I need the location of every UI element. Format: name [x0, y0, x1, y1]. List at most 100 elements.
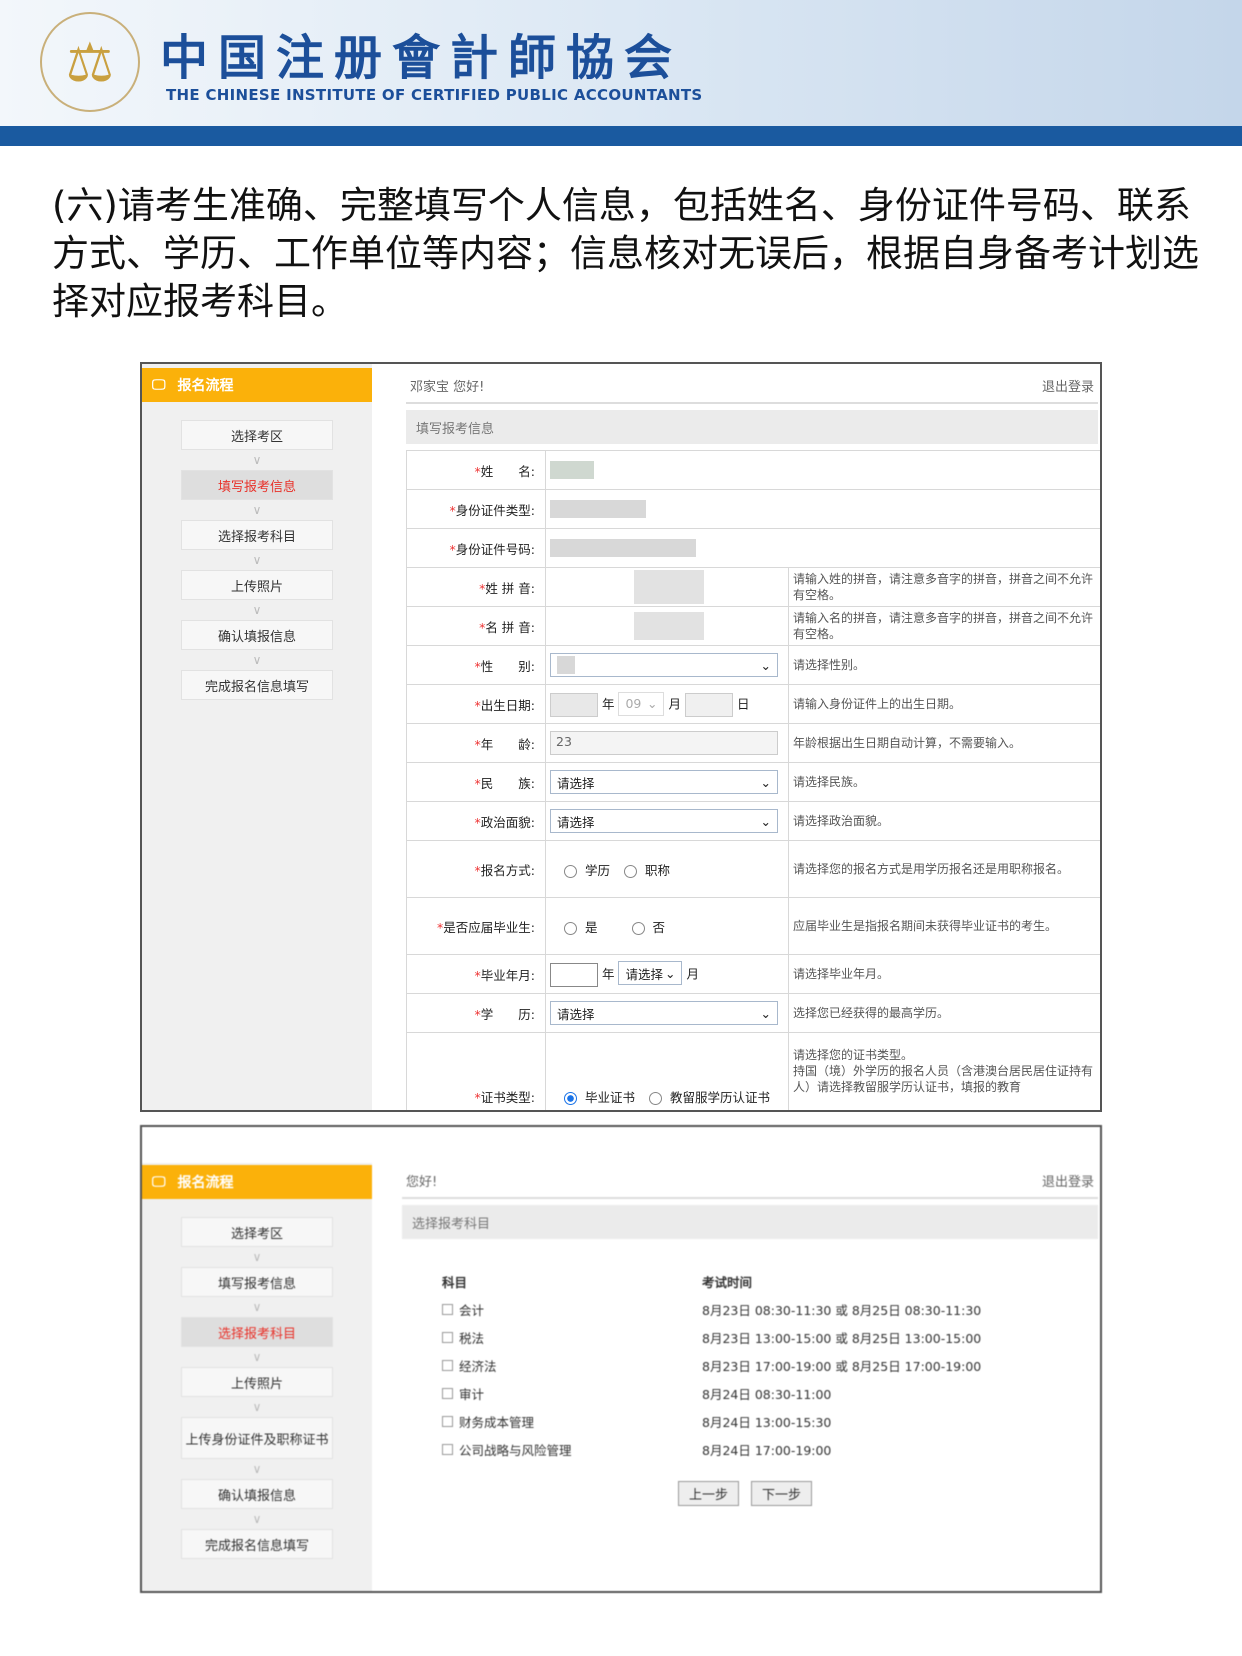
- form-row-age: *年 龄: 23 年龄根据出生日期自动计算，不需要输入。: [406, 723, 1100, 763]
- subject-checkbox[interactable]: [442, 1303, 453, 1315]
- subject-row: 经济法 8月23日 17:00-19:00 或 8月25日 17:00-19:00: [442, 1351, 981, 1379]
- form-row-surname-pinyin: *姓 拼 音: 请输入姓的拼音，请注意多音字的拼音，拼音之间不允许有空格。: [406, 567, 1100, 607]
- sidebar-step[interactable]: 上传身份证件及职称证书: [181, 1417, 333, 1459]
- sidebar: 🖵 报名流程 选择考区 ∨ 填写报考信息 ∨ 选择报考科目 ∨ 上传照片 ∨ 上传身份证件及职称证…: [142, 1163, 372, 1591]
- radio-yes[interactable]: [564, 921, 577, 935]
- prev-step-button[interactable]: 上一步: [678, 1481, 740, 1506]
- form-row-name: *姓 名:: [406, 450, 1100, 490]
- radio-no[interactable]: [631, 921, 645, 935]
- select-value: 请选择: [557, 775, 595, 791]
- chevron-down-icon: ∨: [252, 1400, 262, 1414]
- site-title-cn: 中国注册會計師協会: [160, 30, 683, 86]
- sidebar-step[interactable]: 完成报名信息填写: [181, 670, 333, 700]
- subject-checkbox[interactable]: [442, 1443, 453, 1455]
- sidebar-step[interactable]: 确认填报信息: [181, 1479, 333, 1509]
- sidebar-title: 报名流程: [177, 1175, 234, 1191]
- form-row-id-number: *身份证件号码:: [406, 528, 1100, 568]
- exam-time: 8月23日 13:00-15:00 或 8月25日 13:00-15:00: [702, 1330, 982, 1346]
- form-row-fresh-grad: *是否应届毕业生: 是否应届毕业生是指报名期间未获得毕业证书的考生。: [406, 897, 1100, 955]
- hint: 请选择民族。: [788, 762, 1100, 802]
- sidebar-step[interactable]: 填写报考信息: [181, 1267, 333, 1297]
- id-number-value: [550, 539, 696, 557]
- grad-year-input[interactable]: [550, 963, 598, 987]
- sidebar-step[interactable]: 填写报考信息: [181, 470, 333, 500]
- form-row-given-pinyin: *名 拼 音: 请输入名的拼音，请注意多音字的拼音，拼音之间不允许有空格。: [406, 606, 1100, 646]
- radio-cscse-cert[interactable]: [649, 1092, 663, 1105]
- sidebar-step[interactable]: 选择考区: [181, 420, 333, 450]
- hint: 持国（境）外学历的报名人员（含港澳台居民居住证持有人）请选择教留服学历认证书，填…: [793, 1064, 1094, 1094]
- sidebar-step[interactable]: 上传照片: [181, 1367, 333, 1397]
- given-pinyin-input[interactable]: [634, 612, 704, 640]
- surname-pinyin-input[interactable]: [634, 570, 704, 604]
- sidebar-step[interactable]: 确认填报信息: [181, 620, 333, 650]
- age-input: 23: [550, 731, 778, 755]
- option-label: 否: [652, 919, 666, 935]
- form-row-education: *学 历: 请选择 ⌄ 选择您已经获得的最高学历。: [406, 993, 1100, 1033]
- registration-form: *姓 名: *身份证件类型: *身份证件号码: *姓 拼 音: 请输入姓的拼音，请…: [406, 450, 1100, 1110]
- site-title-en: THE CHINESE INSTITUTE OF CERTIFIED PUBLI…: [166, 86, 703, 104]
- section-title: 选择报考科目: [402, 1205, 1098, 1239]
- form-row-political: *政治面貌: 请选择 ⌄ 请选择政治面貌。: [406, 801, 1100, 841]
- birth-day-input[interactable]: [684, 692, 733, 717]
- subject-checkbox[interactable]: [442, 1415, 453, 1427]
- form-row-ethnicity: *民 族: 请选择 ⌄ 请选择民族。: [406, 762, 1100, 802]
- section-title: 填写报考信息: [406, 410, 1098, 444]
- column-header-subject: 科目: [442, 1274, 468, 1290]
- exam-time: 8月24日 08:30-11:00: [702, 1386, 832, 1402]
- label: 性 别:: [480, 658, 535, 674]
- sidebar-step[interactable]: 选择考区: [181, 1217, 333, 1247]
- ethnicity-select[interactable]: 请选择 ⌄: [550, 770, 778, 794]
- logout-link[interactable]: 退出登录: [1042, 1171, 1094, 1190]
- hint: 请选择毕业年月。: [788, 954, 1100, 994]
- label: 名 拼 音:: [485, 619, 535, 635]
- gender-select[interactable]: ⌄: [550, 653, 778, 677]
- radio-education[interactable]: [564, 864, 577, 878]
- name-value: [550, 461, 594, 479]
- form-row-birthdate: *出生日期: 年 09 ⌄ 月 日请输入身份证件上的出生日期。: [406, 684, 1100, 724]
- hint: 应届毕业生是指报名期间未获得毕业证书的考生。: [788, 897, 1100, 955]
- subject-checkbox[interactable]: [442, 1359, 453, 1371]
- unit: 月: [686, 966, 699, 982]
- political-status-select[interactable]: 请选择 ⌄: [550, 809, 778, 833]
- sidebar-step[interactable]: 完成报名信息填写: [181, 1529, 333, 1559]
- chevron-down-icon: ∨: [252, 603, 262, 617]
- exam-time: 8月24日 13:00-15:30: [702, 1414, 832, 1430]
- subjects-table: 科目 考试时间 会计 8月23日 08:30-11:30 或 8月25日 08:30…: [442, 1267, 981, 1463]
- label: 民 族:: [480, 775, 535, 791]
- birth-month-select[interactable]: 09 ⌄: [618, 691, 665, 716]
- hint: 请选择您的报名方式是用学历报名还是用职称报名。: [788, 840, 1100, 898]
- label: 姓 名:: [480, 463, 535, 479]
- subject-checkbox[interactable]: [442, 1331, 453, 1343]
- option-label: 学历: [585, 862, 611, 878]
- form-row-id-type: *身份证件类型:: [406, 489, 1100, 529]
- label: 政治面貌:: [480, 814, 535, 830]
- id-type-value[interactable]: [550, 500, 646, 518]
- chevron-down-icon: ∨: [252, 1250, 262, 1264]
- radio-diploma[interactable]: [564, 1092, 577, 1105]
- subject-name: 经济法: [459, 1358, 497, 1374]
- sidebar-step[interactable]: 选择报考科目: [181, 1317, 333, 1347]
- intro-text: (六)请考生准确、完整填写个人信息，包括姓名、身份证件号码、联系方式、学历、工作…: [52, 184, 1199, 323]
- hint: 请输入身份证件上的出生日期。: [788, 684, 1100, 724]
- form-row-method: *报名方式: 学历 职称 请选择您的报名方式是用学历报名还是用职称报名。: [406, 840, 1100, 898]
- sidebar-step[interactable]: 选择报考科目: [181, 520, 333, 550]
- option-label: 教留服学历认证书: [670, 1090, 771, 1105]
- birth-year-input[interactable]: [550, 692, 598, 717]
- label: 学 历:: [480, 1006, 535, 1022]
- chevron-down-icon: ∨: [252, 453, 262, 467]
- sidebar-header: 🖵 报名流程: [142, 368, 372, 402]
- sidebar-step[interactable]: 上传照片: [181, 570, 333, 600]
- cicpa-logo-icon: ⚖: [40, 12, 140, 112]
- subject-row: 税法 8月23日 13:00-15:00 或 8月25日 13:00-15:00: [442, 1323, 981, 1351]
- next-step-button[interactable]: 下一步: [751, 1481, 813, 1506]
- monitor-icon: 🖵: [152, 377, 166, 393]
- subject-checkbox[interactable]: [442, 1387, 453, 1399]
- logout-link[interactable]: 退出登录: [1042, 376, 1094, 395]
- grad-month-select[interactable]: 请选择 ⌄: [618, 961, 683, 985]
- education-select[interactable]: 请选择 ⌄: [550, 1001, 778, 1025]
- radio-title[interactable]: [624, 864, 638, 878]
- hint: 请选择您的证书类型。: [793, 1048, 914, 1062]
- chevron-down-icon: ∨: [252, 1512, 262, 1526]
- column-header-time: 考试时间: [702, 1274, 753, 1290]
- chevron-down-icon: ∨: [252, 1462, 262, 1476]
